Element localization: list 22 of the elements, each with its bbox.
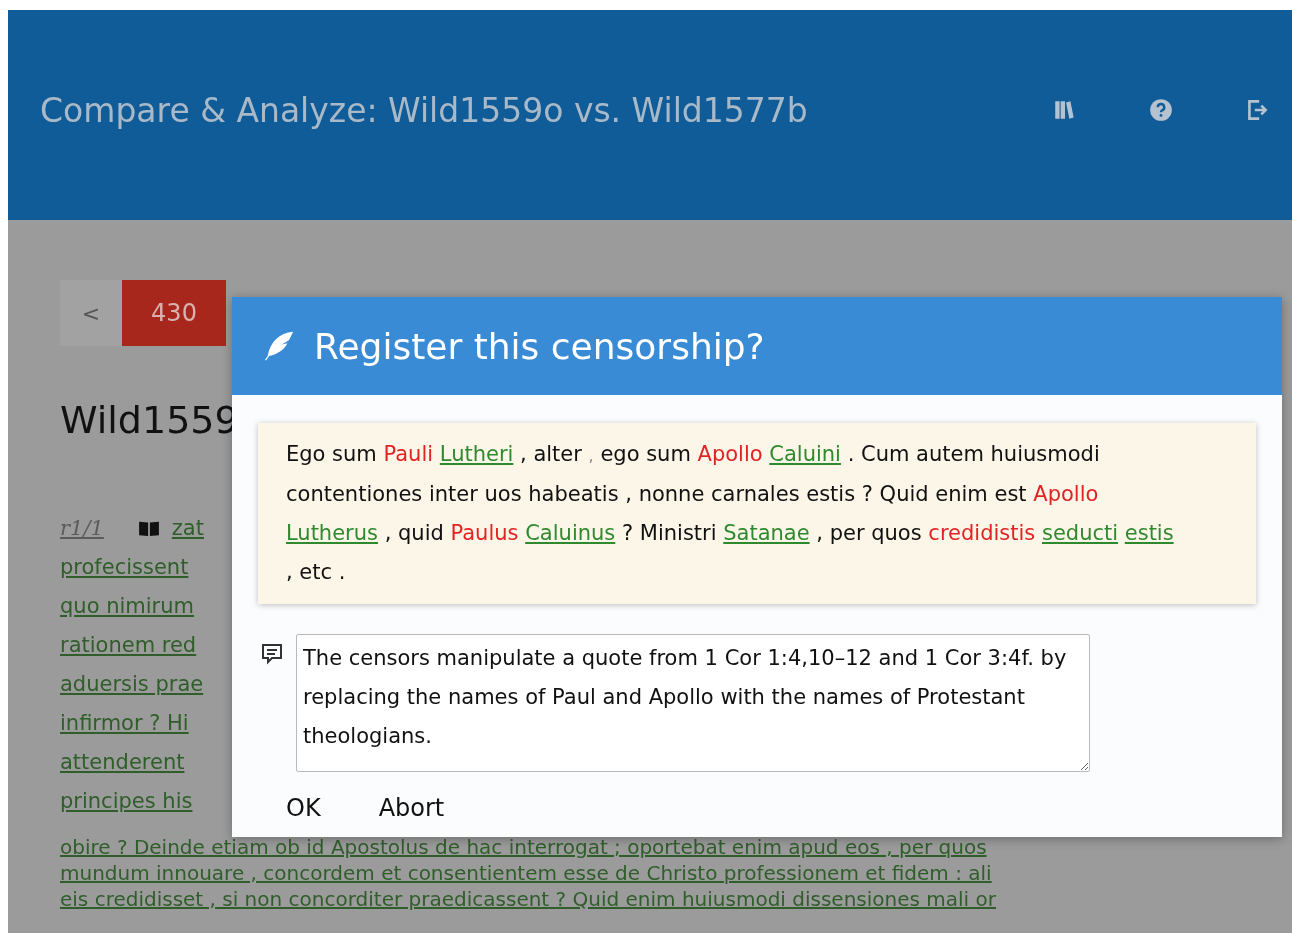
text-line: rationem red: [60, 632, 197, 657]
quote-text: Ego sum Pauli Lutheri , alter , ego sum Apollo Caluini . Cum autem huiusmodi contentiones inter uos habeatis , nonne carnales estis ? Quid enim est Apollo Lutherus , quid Paulus Caluinus ? Ministri Satanae , per quos credidistis seducti estis , etc .: [286, 441, 1175, 586]
app-title: Compare & Analyze: Wild1559o vs. Wild1577b: [40, 90, 809, 130]
page-number-button[interactable]: 430: [122, 280, 226, 346]
text-line: aduersis prae: [60, 671, 204, 696]
document-heading: Wild1559: [60, 398, 239, 442]
text-line: obire ? Deinde etiam ob id Apostolus de hac interrogat ; oportebat enim apud eos , per quos: [60, 834, 988, 860]
comment-icon: [260, 642, 284, 666]
text-line: zat: [171, 515, 204, 540]
feather-icon: [262, 329, 296, 363]
text-line: quo nimirum: [60, 593, 194, 618]
text-line: mundum innouare , concordem et consentientem esse de Christo professionem et fidem : ali: [60, 860, 993, 886]
text-line: infirmor ? Hi: [60, 710, 189, 735]
text-line: principes his: [60, 788, 193, 813]
text-line: attenderent: [60, 749, 185, 774]
dialog-button[interactable]: Abort: [364, 790, 459, 826]
text-line: profecissent: [60, 554, 189, 579]
dialog-button[interactable]: OK: [272, 790, 335, 826]
comment-field[interactable]: The censors manipulate a quote from 1 Cor 1:4,10–12 and 1 Cor 3:4f. by replacing the names of Paul and Apollo with the names of Protestant theologians.: [296, 634, 1090, 772]
dialog-title: Register this censorship?: [314, 325, 765, 367]
text-line: eis credidisset , si non concorditer praedicassent ? Quid enim huiusmodi dissensiones mali or: [60, 886, 997, 912]
help-icon[interactable]: [1148, 97, 1174, 123]
